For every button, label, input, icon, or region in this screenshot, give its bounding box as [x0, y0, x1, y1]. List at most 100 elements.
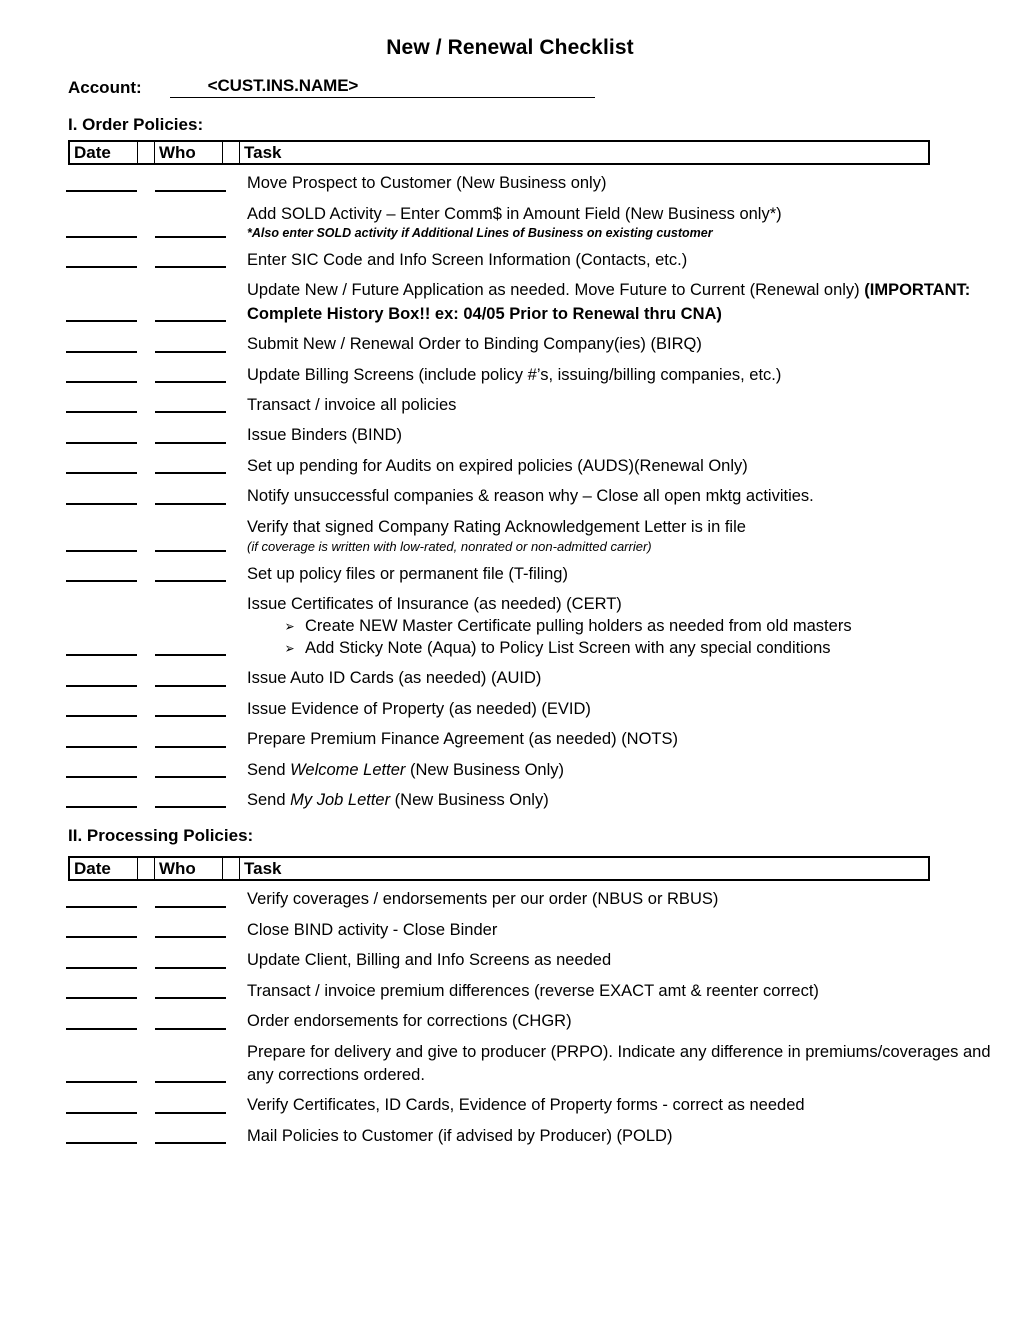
task-cell: Set up policy files or permanent file (T…: [247, 563, 1020, 586]
task-cell: Transact / invoice premium differences (…: [247, 980, 1020, 1003]
section-heading: II. Processing Policies:: [68, 826, 254, 846]
table-row: Issue Certificates of Insurance (as need…: [0, 593, 1020, 660]
column-header-gap-2: [223, 142, 240, 164]
date-blank-field[interactable]: [66, 684, 137, 687]
task-cell: Update New / Future Application as neede…: [247, 279, 1020, 326]
who-blank-field[interactable]: [155, 653, 226, 657]
account-row: Account: <CUST.INS.NAME>: [0, 76, 1020, 99]
date-blank-field[interactable]: [66, 805, 137, 809]
date-blank-field[interactable]: [66, 549, 137, 552]
task-cell: Issue Evidence of Property (as needed) (…: [247, 698, 1020, 721]
task-text: Verify coverages / endorsements per our …: [247, 888, 1008, 911]
who-blank-field[interactable]: [155, 235, 226, 238]
task-text-plain: Set up pending for Audits on expired pol…: [247, 456, 748, 475]
date-blank-field[interactable]: [66, 189, 137, 192]
who-blank-field[interactable]: [155, 319, 226, 323]
date-blank-field[interactable]: [66, 1027, 137, 1030]
who-blank-field[interactable]: [155, 265, 226, 269]
task-cell: Send My Job Letter (New Business Only): [247, 789, 1020, 812]
date-blank-field[interactable]: [66, 745, 137, 748]
task-text-prefix: Send: [247, 790, 291, 809]
column-header-task: Task: [244, 143, 282, 163]
table-row: Prepare for delivery and give to produce…: [0, 1041, 1020, 1088]
account-field[interactable]: <CUST.INS.NAME>: [169, 76, 595, 99]
who-blank-field[interactable]: [155, 441, 226, 444]
who-blank-field[interactable]: [155, 1027, 226, 1030]
who-blank-field[interactable]: [155, 579, 226, 582]
date-blank-field[interactable]: [66, 905, 137, 908]
task-cell: Submit New / Renewal Order to Binding Co…: [247, 333, 1020, 356]
date-blank-field[interactable]: [66, 1141, 137, 1145]
table-row: Transact / invoice all policies: [0, 394, 1020, 417]
date-blank-field[interactable]: [66, 935, 137, 939]
task-text-plain: Prepare for delivery and give to produce…: [247, 1042, 991, 1084]
task-text-plain: Set up policy files or permanent file (T…: [247, 564, 568, 583]
who-blank-field[interactable]: [155, 380, 226, 383]
who-blank-field[interactable]: [155, 775, 226, 778]
task-text-plain: Verify Certificates, ID Cards, Evidence …: [247, 1096, 805, 1115]
table-row: Send My Job Letter (New Business Only): [0, 789, 1020, 812]
date-blank-field[interactable]: [66, 996, 137, 1000]
section-heading: I. Order Policies:: [68, 115, 204, 135]
task-text-plain: Update Billing Screens (include policy #…: [247, 365, 782, 384]
who-blank-field[interactable]: [155, 1111, 226, 1114]
who-blank-field[interactable]: [155, 471, 226, 475]
task-text-plain: Verify that signed Company Rating Acknow…: [247, 517, 746, 536]
date-blank-field[interactable]: [66, 350, 137, 353]
date-blank-field[interactable]: [66, 319, 137, 323]
date-blank-field[interactable]: [66, 714, 137, 718]
task-text: Enter SIC Code and Info Screen Informati…: [247, 249, 1008, 272]
who-blank-field[interactable]: [155, 745, 226, 748]
who-blank-field[interactable]: [155, 996, 226, 1000]
who-blank-field[interactable]: [155, 1141, 226, 1145]
who-blank-field[interactable]: [155, 549, 226, 552]
who-blank-field[interactable]: [155, 189, 226, 192]
date-blank-field[interactable]: [66, 502, 137, 505]
date-blank-field[interactable]: [66, 265, 137, 269]
task-text-plain: Close BIND activity - Close Binder: [247, 920, 498, 939]
date-blank-field[interactable]: [66, 471, 137, 475]
who-blank-field[interactable]: [155, 1080, 226, 1084]
date-blank-field[interactable]: [66, 653, 137, 657]
task-text-suffix: (New Business Only): [390, 790, 549, 809]
who-blank-field[interactable]: [155, 684, 226, 687]
task-text: Set up pending for Audits on expired pol…: [247, 455, 1008, 478]
date-blank-field[interactable]: [66, 235, 137, 238]
task-text-plain: Issue Evidence of Property (as needed) (…: [247, 699, 591, 718]
who-blank-field[interactable]: [155, 350, 226, 353]
task-text-plain: Order endorsements for corrections (CHGR…: [247, 1012, 572, 1031]
date-blank-field[interactable]: [66, 1080, 137, 1084]
who-blank-field[interactable]: [155, 905, 226, 908]
date-blank-field[interactable]: [66, 966, 137, 969]
date-blank-field[interactable]: [66, 410, 137, 414]
task-text: Set up policy files or permanent file (T…: [247, 563, 1008, 586]
date-blank-field[interactable]: [66, 380, 137, 383]
checklist-page: New / Renewal Checklist Account: <CUST.I…: [0, 0, 1020, 1320]
who-blank-field[interactable]: [155, 410, 226, 414]
column-header-who: Who: [155, 858, 223, 880]
list-item: ➢ Create NEW Master Certificate pulling h…: [247, 616, 1008, 638]
who-blank-field[interactable]: [155, 805, 226, 809]
task-cell: Verify that signed Company Rating Acknow…: [247, 516, 1020, 556]
table-row: Issue Binders (BIND): [0, 424, 1020, 447]
task-text: Add SOLD Activity – Enter Comm$ in Amoun…: [247, 203, 1008, 226]
date-blank-field[interactable]: [66, 775, 137, 778]
task-cell: Move Prospect to Customer (New Business …: [247, 172, 1020, 195]
task-cell: Verify Certificates, ID Cards, Evidence …: [247, 1094, 1020, 1117]
who-blank-field[interactable]: [155, 714, 226, 718]
task-cell: Issue Binders (BIND): [247, 424, 1020, 447]
account-value: <CUST.INS.NAME>: [207, 76, 359, 96]
task-text: Move Prospect to Customer (New Business …: [247, 172, 1008, 195]
page-title: New / Renewal Checklist: [386, 36, 634, 59]
date-blank-field[interactable]: [66, 441, 137, 444]
who-blank-field[interactable]: [155, 935, 226, 939]
table-row: Move Prospect to Customer (New Business …: [0, 172, 1020, 195]
date-blank-field[interactable]: [66, 579, 137, 582]
task-text: Issue Auto ID Cards (as needed) (AUID): [247, 667, 1008, 690]
task-text: Order endorsements for corrections (CHGR…: [247, 1010, 1008, 1033]
who-blank-field[interactable]: [155, 966, 226, 969]
account-label: Account:: [68, 78, 142, 98]
column-header-task: Task: [244, 859, 282, 879]
who-blank-field[interactable]: [155, 502, 226, 505]
date-blank-field[interactable]: [66, 1111, 137, 1114]
